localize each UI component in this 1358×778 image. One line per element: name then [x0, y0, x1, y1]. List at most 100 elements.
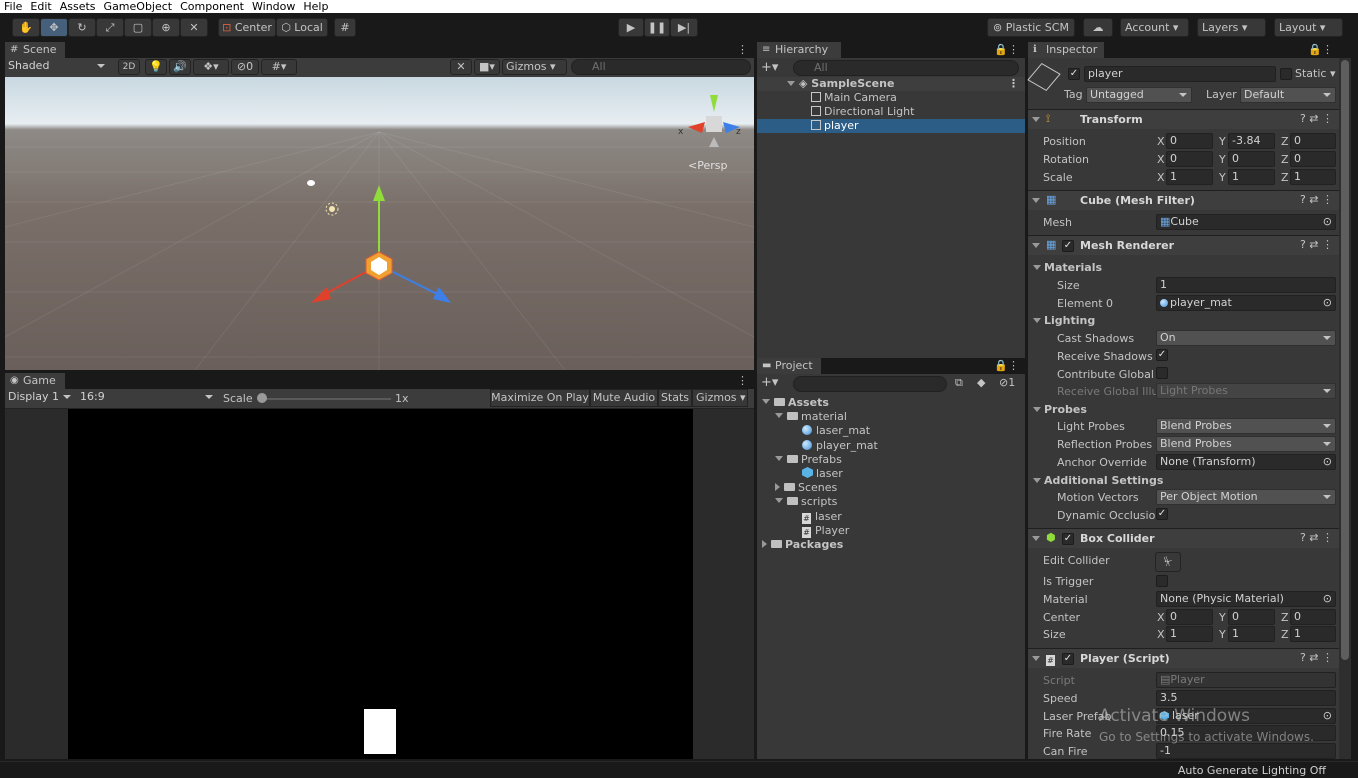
reflection-probes-dropdown[interactable]: Blend Probes — [1156, 436, 1336, 452]
rotate-tool-icon[interactable]: ↻ — [68, 18, 96, 37]
center-y[interactable]: 0 — [1228, 609, 1275, 625]
component-menu-icons[interactable]: ? ⇄ ⋮ — [1300, 112, 1333, 125]
move-tool-icon[interactable]: ✥ — [40, 18, 68, 37]
mesh-filter-foldout[interactable] — [1032, 198, 1040, 203]
hierarchy-scene-row[interactable]: ◈ SampleScene ⋮ — [757, 77, 1025, 91]
edit-collider-icon[interactable]: ⏧ — [1155, 552, 1181, 572]
mute-audio-button[interactable]: Mute Audio — [590, 389, 658, 407]
layout-dropdown[interactable]: Layout ▾ — [1274, 18, 1343, 37]
scene-expand-icon[interactable] — [787, 81, 795, 86]
project-item[interactable]: Assets — [762, 396, 829, 410]
game-panel-menu-icon[interactable]: ⋮ — [737, 374, 748, 387]
box-collider-foldout[interactable] — [1032, 536, 1040, 541]
mesh-renderer-enabled[interactable]: ✓ — [1062, 240, 1074, 252]
project-item[interactable]: Prefabs — [775, 453, 842, 467]
tab-scene[interactable]: # Scene — [5, 42, 65, 59]
maximize-on-play-button[interactable]: Maximize On Play — [490, 389, 590, 407]
project-item[interactable]: # laser — [788, 510, 842, 524]
mesh-field[interactable]: ▦Cube ⊙ — [1156, 214, 1336, 230]
rect-tool-icon[interactable]: ▢ — [124, 18, 152, 37]
grid-snap-icon[interactable]: # — [334, 18, 356, 37]
orientation-gizmo[interactable] — [688, 95, 740, 147]
project-item[interactable]: laser — [788, 467, 843, 481]
light-probes-dropdown[interactable]: Blend Probes — [1156, 418, 1336, 434]
project-item[interactable]: Packages — [762, 538, 843, 552]
materials-size-field[interactable]: 1 — [1156, 277, 1336, 293]
hidden-packages-icon[interactable]: ⊘1 — [999, 376, 1015, 389]
hierarchy-menu-icon[interactable]: 🔒⋮ — [994, 43, 1019, 56]
stats-button[interactable]: Stats — [658, 389, 692, 407]
menu-edit[interactable]: Edit — [26, 0, 55, 13]
component-menu-icons[interactable]: ? ⇄ ⋮ — [1300, 238, 1333, 251]
folder-expand-icon[interactable] — [762, 399, 770, 404]
transform-tool-icon[interactable]: ⊕ — [152, 18, 180, 37]
scene-menu-icon[interactable]: ⋮ — [1008, 77, 1019, 91]
mesh-renderer-foldout[interactable] — [1032, 243, 1040, 248]
scale-slider[interactable] — [261, 398, 391, 400]
box-collider-enabled[interactable]: ✓ — [1062, 533, 1074, 545]
menu-gameobject[interactable]: GameObject — [100, 0, 177, 13]
menu-window[interactable]: Window — [248, 0, 299, 13]
scale-z[interactable]: 1 — [1290, 169, 1336, 185]
persp-label[interactable]: <Persp — [688, 159, 727, 172]
project-item[interactable]: player_mat — [788, 439, 878, 453]
project-menu-icon[interactable]: 🔒⋮ — [994, 359, 1019, 372]
scene-gizmos-dropdown[interactable]: Gizmos ▾ — [502, 59, 567, 75]
scene-search-input[interactable]: All — [571, 59, 751, 75]
receive-shadows-checkbox[interactable]: ✓ — [1156, 349, 1168, 361]
project-item[interactable]: material — [775, 410, 847, 424]
static-checkbox[interactable] — [1280, 68, 1292, 80]
player-script-header[interactable]: # ✓ Player (Script) ? ⇄ ⋮ — [1028, 648, 1339, 668]
transform-header[interactable]: ⟟ Transform ? ⇄ ⋮ — [1028, 109, 1339, 129]
hierarchy-item-selected[interactable]: player — [757, 119, 1025, 133]
filter-type-icon[interactable]: ⧉ — [955, 376, 963, 390]
rotation-x[interactable]: 0 — [1166, 151, 1213, 167]
menu-help[interactable]: Help — [299, 0, 332, 13]
hierarchy-item[interactable]: Main Camera — [757, 91, 1025, 105]
scene-viewport[interactable]: x z <Persp — [5, 77, 754, 370]
cloud-icon[interactable]: ☁ — [1083, 18, 1113, 37]
mesh-filter-header[interactable]: ▦ Cube (Mesh Filter) ? ⇄ ⋮ — [1028, 190, 1339, 210]
menu-assets[interactable]: Assets — [56, 0, 100, 13]
inspector-scrollbar[interactable] — [1339, 58, 1351, 759]
shading-dropdown[interactable]: Shaded — [5, 59, 109, 75]
hierarchy-item[interactable]: Directional Light — [757, 105, 1025, 119]
can-fire-field[interactable]: -1 — [1156, 743, 1336, 759]
tab-hierarchy[interactable]: ≡ Hierarchy — [757, 42, 841, 59]
materials-foldout[interactable] — [1033, 265, 1041, 270]
player-script-enabled[interactable]: ✓ — [1062, 653, 1074, 665]
is-trigger-checkbox[interactable] — [1156, 575, 1168, 587]
probes-foldout[interactable] — [1033, 407, 1041, 412]
game-render[interactable] — [68, 409, 693, 759]
folder-expand-icon[interactable] — [775, 455, 783, 461]
tag-dropdown[interactable]: Untagged — [1086, 87, 1192, 103]
filter-label-icon[interactable]: ◆ — [977, 376, 985, 389]
component-menu-icons[interactable]: ? ⇄ ⋮ — [1300, 531, 1333, 544]
layer-dropdown[interactable]: Default — [1240, 87, 1336, 103]
object-picker-icon[interactable]: ⊙ — [1323, 455, 1332, 469]
hidden-objects-icon[interactable]: ⊘0 — [231, 59, 259, 75]
aspect-dropdown[interactable]: 16:9 — [77, 390, 217, 406]
grid-toggle-icon[interactable]: #▾ — [261, 59, 297, 75]
component-menu-icons[interactable]: ? ⇄ ⋮ — [1300, 193, 1333, 206]
element0-field[interactable]: player_mat ⊙ — [1156, 295, 1336, 311]
rotation-z[interactable]: 0 — [1290, 151, 1336, 167]
object-picker-icon[interactable]: ⊙ — [1323, 215, 1332, 229]
object-name-field[interactable]: player — [1084, 66, 1276, 82]
anchor-override-field[interactable]: None (Transform) ⊙ — [1156, 454, 1336, 470]
size-y[interactable]: 1 — [1228, 626, 1275, 642]
dynamic-occlusion-checkbox[interactable]: ✓ — [1156, 508, 1168, 520]
hierarchy-search-input[interactable]: All — [793, 60, 1019, 76]
folder-expand-icon[interactable] — [775, 483, 780, 492]
hierarchy-add-button[interactable]: +▾ — [761, 60, 778, 75]
camera-icon[interactable]: ■▾ — [474, 59, 500, 75]
display-dropdown[interactable]: Display 1 — [5, 390, 75, 406]
panel-menu-icon[interactable]: ⋮ — [737, 43, 748, 56]
hand-tool-icon[interactable]: ✋ — [12, 18, 40, 37]
static-dropdown[interactable]: Static ▾ — [1295, 67, 1335, 80]
mode-2d-button[interactable]: 2D — [118, 59, 140, 75]
box-collider-header[interactable]: ⬢ ✓ Box Collider ? ⇄ ⋮ — [1028, 528, 1339, 548]
size-x[interactable]: 1 — [1166, 626, 1213, 642]
object-picker-icon[interactable]: ⊙ — [1323, 592, 1332, 606]
additional-settings-foldout[interactable] — [1033, 478, 1041, 483]
